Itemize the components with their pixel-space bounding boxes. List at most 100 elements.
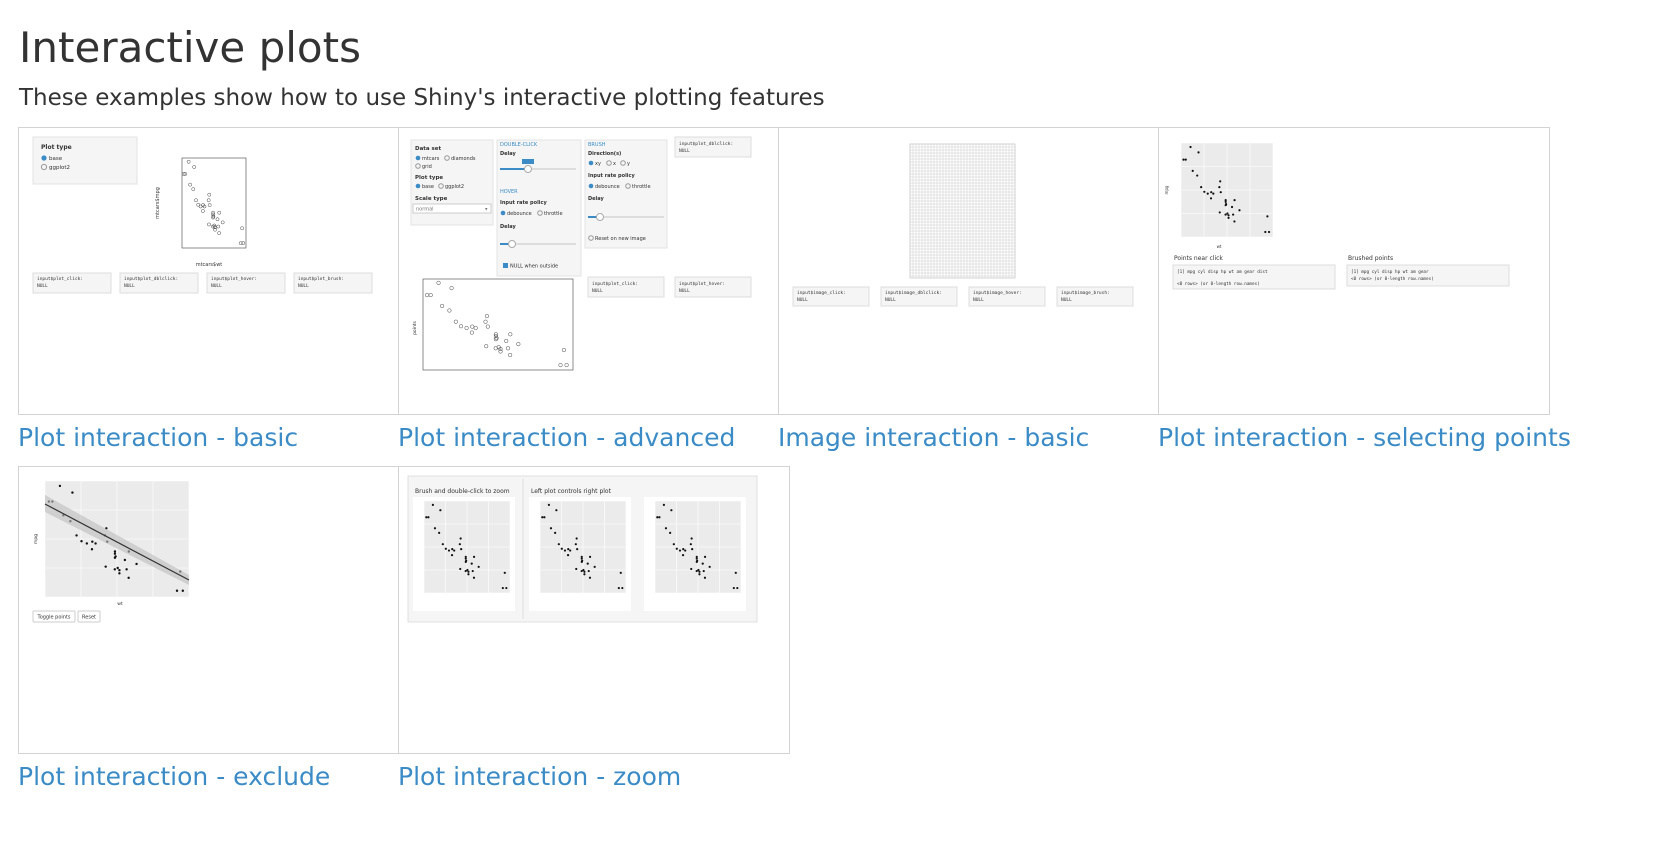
null-outside-checkbox	[503, 263, 508, 268]
reset-on-new-image-label: Reset on new image	[595, 236, 646, 242]
basic-scatter-plot	[181, 157, 247, 249]
output-image-brush-label: input$image_brush:	[1061, 290, 1110, 296]
output-image-dblclick	[880, 286, 958, 307]
card-link-image[interactable]: Image interaction - basic	[778, 421, 1170, 455]
example-card-image[interactable]: input$image_click: NULL input$image_dblc…	[778, 127, 1170, 455]
scale-select-value: normal	[416, 207, 434, 213]
zoom-left-title: Brush and double-click to zoom	[415, 488, 510, 495]
output-plot-dblclick-label: input$plot_dblclick:	[124, 276, 178, 282]
dataset-label: Data set	[415, 146, 442, 152]
basic-y-label: mtcars$mpg	[155, 187, 161, 219]
radio-brush-debounce-label: debounce	[595, 184, 620, 190]
radio-ggplot2-label: ggplot2	[49, 165, 70, 171]
output-adv-click-label: input$plot_click:	[592, 281, 638, 287]
basic-x-label: mtcars$wt	[196, 262, 223, 268]
zoom-right-title: Left plot controls right plot	[531, 488, 612, 495]
radio-base	[41, 155, 47, 161]
output-image-hover-value: NULL	[973, 297, 984, 303]
null-outside-label: NULL when outside	[510, 264, 558, 270]
hover-rate-label: Input rate policy	[500, 200, 547, 206]
thumbnail-plot-interaction-basic[interactable]: Plot type base ggplot2 mtcars$wt mtcars$…	[18, 127, 410, 415]
output-adv-dblclick	[674, 136, 752, 158]
output-adv-hover-label: input$plot_hover:	[679, 281, 725, 287]
output-adv-click	[587, 276, 665, 298]
image-preview: input$image_click: NULL input$image_dblc…	[792, 143, 1134, 307]
thumbnail-image-interaction-basic[interactable]: input$image_click: NULL input$image_dblc…	[778, 127, 1170, 415]
output-plot-click-value: NULL	[37, 283, 48, 289]
card-link-basic[interactable]: Plot interaction - basic	[18, 421, 410, 455]
radio-brush-throttle-label: throttle	[632, 184, 651, 190]
radio-mtcars-label: mtcars	[422, 156, 440, 162]
example-card-zoom[interactable]: Brush and double-click to zoom Left plot…	[398, 466, 790, 794]
card-link-selecting[interactable]: Plot interaction - selecting points	[1158, 421, 1571, 455]
example-card-basic[interactable]: Plot type base ggplot2 mtcars$wt mtcars$…	[18, 127, 410, 455]
dblclick-header: DOUBLE-CLICK	[500, 142, 538, 148]
points-near-click-label: Points near click	[1174, 255, 1223, 262]
basic-output-boxes: input$plot_click: NULL input$plot_dblcli…	[32, 272, 373, 294]
selecting-y-label: mpg	[1164, 185, 1169, 194]
output-adv-click-value: NULL	[592, 288, 603, 294]
zoom-preview: Brush and double-click to zoom Left plot…	[407, 475, 758, 623]
reset-button-label: Reset	[82, 615, 96, 621]
brushed-points-output	[1346, 264, 1510, 287]
selecting-preview: wt mpg Points near click [1] mpg cyl dis…	[1164, 142, 1510, 290]
toggle-points-label: Toggle points	[36, 615, 70, 621]
page-title: Interactive plots	[19, 23, 361, 72]
brushed-points-text-2: <0 rows> (or 0-length row.names)	[1351, 276, 1434, 282]
brushed-points-label: Brushed points	[1348, 255, 1393, 262]
radio-adv-base	[415, 183, 421, 189]
output-adv-hover	[674, 276, 752, 298]
plot-type-label: Plot type	[41, 144, 72, 151]
basic-preview: Plot type base ggplot2 mtcars$wt mtcars$…	[32, 136, 373, 294]
output-plot-hover	[206, 272, 286, 294]
example-card-advanced[interactable]: Data set mtcars diamonds grid Plot type …	[398, 127, 790, 455]
exclude-preview: wt mpg Toggle points Reset	[32, 480, 190, 623]
radio-throttle-label: throttle	[544, 211, 563, 217]
example-card-exclude[interactable]: wt mpg Toggle points Reset Plot interact…	[18, 466, 410, 794]
output-image-click	[792, 286, 870, 307]
output-image-dblclick-label: input$image_dblclick:	[885, 290, 942, 296]
radio-debounce	[500, 210, 506, 216]
example-card-selecting[interactable]: wt mpg Points near click [1] mpg cyl dis…	[1158, 127, 1571, 455]
dblclick-slider-fill	[500, 168, 528, 170]
card-link-exclude[interactable]: Plot interaction - exclude	[18, 760, 410, 794]
output-image-brush	[1056, 286, 1134, 307]
dblclick-hover-panel	[496, 139, 582, 277]
points-near-click-text: [1] mpg cyl disp hp wt am gear dist	[1177, 269, 1268, 275]
thumbnail-plot-interaction-advanced[interactable]: Data set mtcars diamonds grid Plot type …	[398, 127, 790, 415]
output-adv-dblclick-label: input$plot_dblclick:	[679, 141, 733, 147]
thumbnail-plot-interaction-selecting[interactable]: wt mpg Points near click [1] mpg cyl dis…	[1158, 127, 1550, 415]
output-plot-brush-label: input$plot_brush:	[298, 276, 344, 282]
scale-type-label: Scale type	[415, 196, 448, 202]
radio-grid-label: grid	[422, 164, 432, 170]
radio-brush-debounce	[588, 183, 594, 189]
selecting-x-label: wt	[1217, 244, 1222, 249]
output-plot-click	[32, 272, 112, 294]
output-plot-brush-value: NULL	[298, 283, 309, 289]
exclude-scatter-plot	[44, 480, 190, 598]
radio-adv-ggplot2-label: ggplot2	[445, 184, 464, 190]
radio-diamonds-label: diamonds	[451, 156, 476, 162]
zoom-plots	[413, 497, 746, 611]
output-adv-dblclick-value: NULL	[679, 148, 690, 154]
exclude-x-label: wt	[117, 601, 123, 607]
brush-slider-handle	[596, 213, 604, 221]
hover-header: HOVER	[500, 189, 518, 195]
output-plot-dblclick-value: NULL	[124, 283, 135, 289]
card-link-advanced[interactable]: Plot interaction - advanced	[398, 421, 790, 455]
dblclick-slider-value-badge	[522, 159, 534, 164]
brush-delay-label: Delay	[588, 196, 604, 202]
brush-rate-label: Input rate policy	[588, 173, 635, 179]
exclude-y-label: mpg	[34, 534, 39, 544]
selecting-scatter-plot	[1180, 142, 1274, 238]
hover-slider-handle	[508, 240, 516, 248]
plot-type-label-2: Plot type	[415, 175, 443, 181]
thumbnail-plot-interaction-zoom[interactable]: Brush and double-click to zoom Left plot…	[398, 466, 790, 754]
output-image-hover-label: input$image_hover:	[973, 290, 1022, 296]
grid-image	[909, 143, 1016, 279]
output-image-hover	[968, 286, 1046, 307]
brush-header: BRUSH	[588, 142, 606, 148]
card-link-zoom[interactable]: Plot interaction - zoom	[398, 760, 790, 794]
thumbnail-plot-interaction-exclude[interactable]: wt mpg Toggle points Reset	[18, 466, 410, 754]
output-image-brush-value: NULL	[1061, 297, 1072, 303]
